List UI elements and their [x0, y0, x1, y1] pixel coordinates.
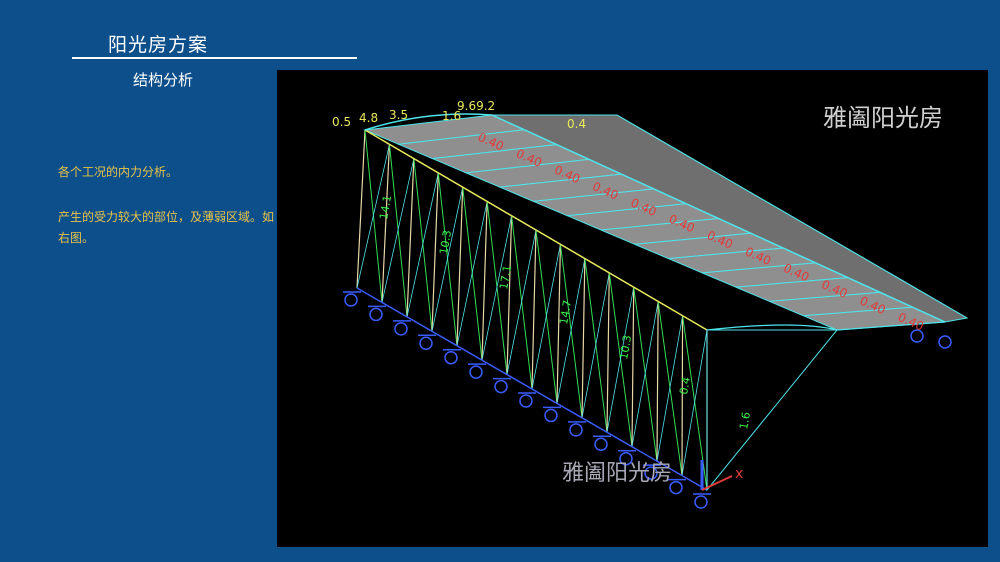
- wall-brace: [581, 272, 610, 418]
- ridge-value-label: 0.5: [332, 115, 351, 129]
- support-symbol: [444, 350, 458, 365]
- column-force-label: 14.1: [377, 194, 394, 220]
- wall-brace: [531, 244, 561, 390]
- support-symbol: [494, 379, 508, 394]
- support-symbol: [369, 307, 383, 322]
- column-force-label: 14.7: [557, 299, 574, 325]
- column-force-label: 10.3: [617, 334, 634, 360]
- roof-back-slope: [491, 114, 969, 323]
- wall-column: [681, 315, 684, 476]
- ridge-value-label: 3.5: [389, 108, 408, 122]
- support-symbol: [594, 437, 608, 452]
- column-force-label: 1.6: [737, 411, 753, 430]
- column-force-label: 0.4: [677, 376, 693, 395]
- support-symbol: [519, 394, 533, 408]
- support-symbol: [469, 365, 483, 379]
- description-line-1: 各个工况的内力分析。: [58, 165, 179, 179]
- support-symbol: [694, 495, 708, 509]
- support-symbol: [544, 408, 558, 423]
- wall-column: [356, 129, 366, 289]
- watermark-top: 雅阖阳光房: [823, 104, 943, 132]
- ridge-value-label: 4.8: [359, 111, 378, 125]
- description-line-2: 产生的受力较大的部位，及薄弱区域。如右图。: [58, 210, 275, 245]
- support-symbol: [394, 322, 408, 336]
- support-symbol: [419, 336, 433, 351]
- wall-column: [631, 287, 635, 447]
- wall-column: [606, 272, 610, 433]
- wall-brace: [556, 258, 586, 404]
- support-symbol: [938, 335, 952, 349]
- wall-column: [656, 301, 659, 462]
- wall-column: [481, 201, 488, 361]
- wall-column: [406, 158, 415, 317]
- title-divider: [72, 57, 357, 59]
- wall-column: [531, 229, 537, 390]
- column-force-label: 17.1: [497, 264, 514, 290]
- axis-x-label: x: [735, 466, 743, 482]
- wall-column: [381, 144, 391, 303]
- column-force-label: 10.3: [437, 229, 454, 255]
- structure-analysis-viewport: 0.5 4.8 3.5 1.6 9.69.2 0.4 0.40 0.40 0.40 0.40 0.4…: [277, 70, 988, 547]
- end-wall-frame: [706, 329, 839, 492]
- wall-brace: [681, 329, 708, 476]
- slide-subtitle: 结构分析: [133, 71, 194, 89]
- wall-brace: [506, 229, 537, 375]
- wall-column: [581, 258, 586, 418]
- support-symbol: [344, 293, 358, 307]
- wall-brace: [631, 301, 659, 447]
- ridge-value-label: 0.4: [567, 117, 586, 131]
- slide-title: 阳光房方案: [108, 34, 209, 56]
- watermark-bottom: 雅阖阳光房: [562, 461, 673, 486]
- support-symbol: [569, 423, 583, 437]
- ridge-value-label: 9.69.2: [457, 99, 495, 113]
- wall-column: [506, 215, 513, 375]
